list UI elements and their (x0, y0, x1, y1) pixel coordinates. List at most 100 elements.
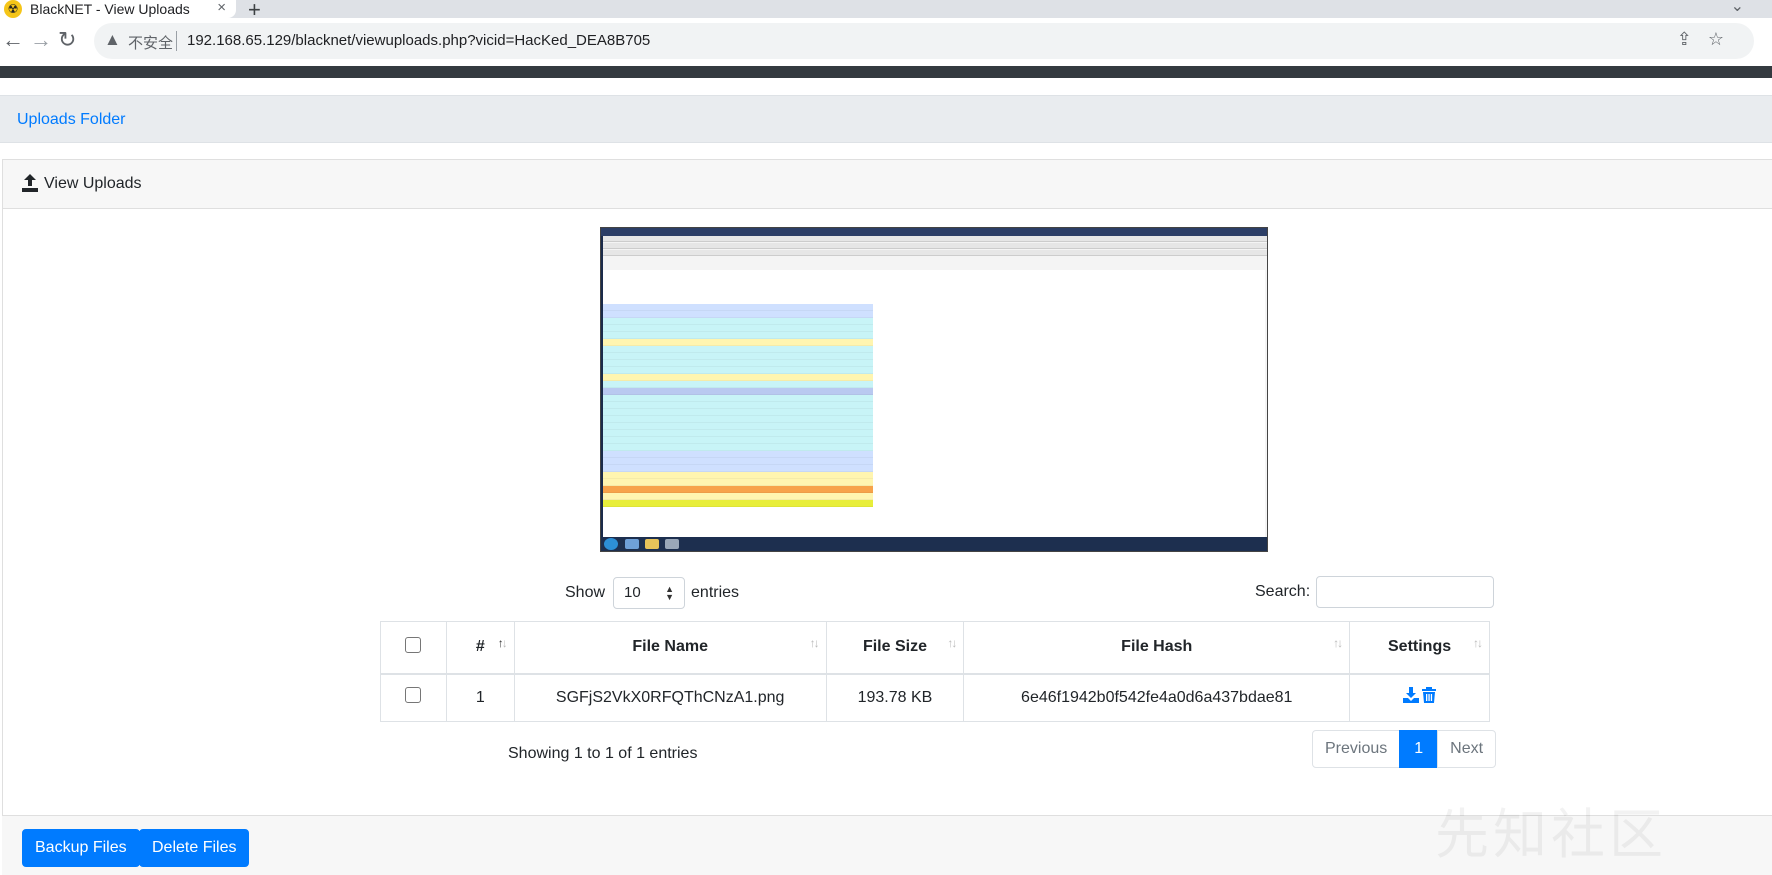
reload-icon[interactable]: ↻ (58, 28, 76, 52)
browser-tab[interactable]: ☢ BlackNET - View Uploads × (0, 0, 236, 18)
preview-row (603, 437, 873, 444)
warning-icon: ▲ (104, 30, 121, 49)
radiation-icon: ☢ (4, 0, 22, 18)
address-bar[interactable]: ▲ 不安全 192.168.65.129/blacknet/viewupload… (94, 23, 1754, 59)
preview-row (603, 388, 873, 395)
row-settings (1349, 673, 1490, 722)
preview-process-list (603, 270, 1265, 540)
preview-row (603, 472, 873, 479)
close-tab-icon[interactable]: × (217, 0, 226, 16)
preview-row (603, 332, 873, 339)
preview-row (603, 458, 873, 465)
preview-row (603, 416, 873, 423)
entries-label: entries (691, 584, 740, 601)
sort-icon: ↑↓ (947, 636, 957, 650)
row-file-hash: 6e46f1942b0f542fe4a0d6a437bdae81 (963, 673, 1351, 722)
preview-start-icon (604, 538, 618, 550)
sort-icon: ↑↓ (497, 636, 508, 650)
pagination: Previous 1 Next (1312, 730, 1497, 768)
preview-taskbar-icon (625, 539, 639, 549)
insecure-label: 不安全 (128, 35, 174, 52)
preview-row (603, 311, 873, 318)
preview-row (603, 374, 873, 381)
preview-taskbar-icon (645, 539, 659, 549)
download-icon[interactable] (1402, 687, 1419, 704)
breadcrumb: Uploads Folder (0, 95, 1772, 143)
preview-row (603, 500, 873, 507)
select-all-header (380, 621, 447, 675)
search-control: Search: (1255, 576, 1495, 608)
card-title: View Uploads (44, 175, 142, 192)
forward-arrow-icon[interactable]: → (30, 28, 52, 52)
url-text[interactable]: 192.168.65.129/blacknet/viewuploads.php?… (187, 32, 650, 49)
page-length-control: Show 10 ▲ ▼ entries (565, 577, 739, 609)
preview-row (603, 360, 873, 367)
sort-icon: ↑↓ (809, 636, 820, 650)
preview-row (603, 339, 873, 346)
row-index: 1 (445, 673, 515, 722)
preview-window-body (603, 236, 1267, 546)
row-file-name: SGFjS2VkX0RFQThCNzA1.png (513, 673, 827, 722)
search-label: Search: (1255, 583, 1311, 600)
table-info: Showing 1 to 1 of 1 entries (508, 745, 698, 762)
column-header-index[interactable]: # ↑↓ (445, 621, 515, 675)
preview-row (603, 381, 873, 388)
top-navbar (0, 66, 1772, 78)
pagination-page-1[interactable]: 1 (1399, 730, 1439, 768)
table-header-row: # ↑↓ File Name ↑↓ File Size ↑↓ File Hash ↑↓ … (380, 621, 1490, 675)
back-arrow-icon[interactable]: ← (2, 28, 24, 52)
address-separator (176, 31, 177, 51)
table-row: 1 SGFjS2VkX0RFQThCNzA1.png 193.78 KB 6e4… (380, 673, 1490, 722)
page-length-value: 10 (624, 584, 641, 601)
preview-row (603, 451, 873, 458)
page-length-select[interactable]: 10 ▲ ▼ (613, 577, 686, 609)
preview-row (603, 493, 873, 500)
pagination-previous[interactable]: Previous (1312, 730, 1401, 768)
column-header-file-name[interactable]: File Name ↑↓ (513, 621, 827, 675)
preview-window-title (601, 228, 1267, 236)
tab-title: BlackNET - View Uploads (30, 1, 190, 17)
star-icon[interactable]: ☆ (1708, 29, 1724, 50)
row-select-cell (380, 673, 447, 722)
search-input[interactable] (1316, 576, 1495, 608)
preview-row (603, 402, 873, 409)
column-header-settings[interactable]: Settings ↑↓ (1349, 621, 1490, 675)
column-header-file-size[interactable]: File Size ↑↓ (825, 621, 965, 675)
breadcrumb-uploads-folder[interactable]: Uploads Folder (17, 111, 126, 129)
preview-taskbar-icon (665, 539, 679, 549)
preview-row (603, 423, 873, 430)
chevron-down-icon[interactable]: ⌄ (1731, 0, 1744, 16)
row-checkbox[interactable] (405, 687, 422, 704)
preview-row (603, 367, 873, 374)
select-arrows-icon: ▲ ▼ (665, 584, 675, 602)
select-all-checkbox[interactable] (405, 636, 422, 653)
browser-toolbar: ← → ↻ ▲ 不安全 192.168.65.129/blacknet/view… (0, 18, 1772, 66)
preview-row (603, 304, 873, 311)
trash-icon[interactable] (1421, 687, 1437, 704)
preview-row (603, 486, 873, 493)
preview-row (603, 318, 873, 325)
card-header: View Uploads (3, 160, 1772, 209)
preview-row (603, 325, 873, 332)
browser-tabbar: ☢ BlackNET - View Uploads × + ⌄ (0, 0, 1772, 22)
preview-row (603, 444, 873, 451)
upload-icon (22, 174, 38, 192)
watermark-logo: 先知社区 (1435, 803, 1667, 866)
preview-row (603, 465, 873, 472)
preview-row (603, 479, 873, 486)
delete-files-button[interactable]: Delete Files (139, 829, 250, 867)
column-header-file-hash[interactable]: File Hash ↑↓ (963, 621, 1351, 675)
sort-icon: ↑↓ (1473, 636, 1483, 650)
uploads-table: # ↑↓ File Name ↑↓ File Size ↑↓ File Hash ↑↓ … (380, 621, 1490, 722)
preview-row (603, 409, 873, 416)
preview-row (603, 353, 873, 360)
uploaded-image-preview[interactable] (600, 227, 1268, 552)
preview-row (603, 395, 873, 402)
show-label: Show (565, 584, 606, 601)
preview-taskbar (601, 537, 1267, 551)
sort-icon: ↑↓ (1333, 636, 1343, 650)
backup-files-button[interactable]: Backup Files (22, 829, 140, 867)
pagination-next[interactable]: Next (1437, 730, 1497, 768)
row-file-size: 193.78 KB (825, 673, 965, 722)
share-icon[interactable]: ⇪ (1677, 29, 1692, 50)
